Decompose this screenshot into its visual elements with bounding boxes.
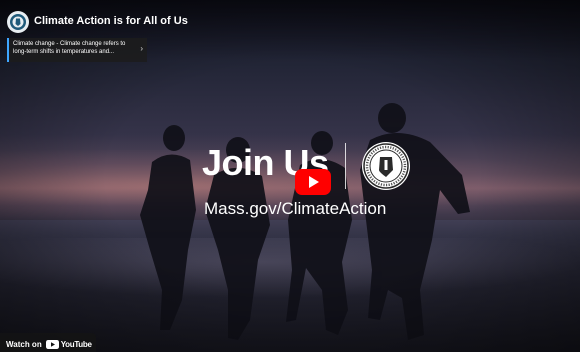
video-player[interactable]: Climate Action is for All of Us Climate … <box>0 0 584 355</box>
frame-border-right <box>580 0 584 355</box>
info-card-text: Climate change - Climate change refers t… <box>13 41 126 55</box>
state-seal-logo <box>362 142 410 190</box>
youtube-logo: YouTube <box>45 339 92 349</box>
play-icon <box>309 176 319 188</box>
youtube-play-icon <box>45 339 59 349</box>
info-card[interactable]: Climate change - Climate change refers t… <box>7 38 147 62</box>
overlay-divider <box>345 143 346 189</box>
youtube-wordmark: YouTube <box>60 339 92 349</box>
channel-avatar[interactable] <box>7 11 29 33</box>
play-button[interactable] <box>295 169 331 195</box>
video-title[interactable]: Climate Action is for All of Us <box>34 15 188 27</box>
overlay-url: Mass.gov/ClimateAction <box>204 199 387 218</box>
watch-on-label: Watch on <box>6 339 42 349</box>
chevron-right-icon: › <box>140 44 143 53</box>
massachusetts-seal-icon <box>10 14 26 30</box>
